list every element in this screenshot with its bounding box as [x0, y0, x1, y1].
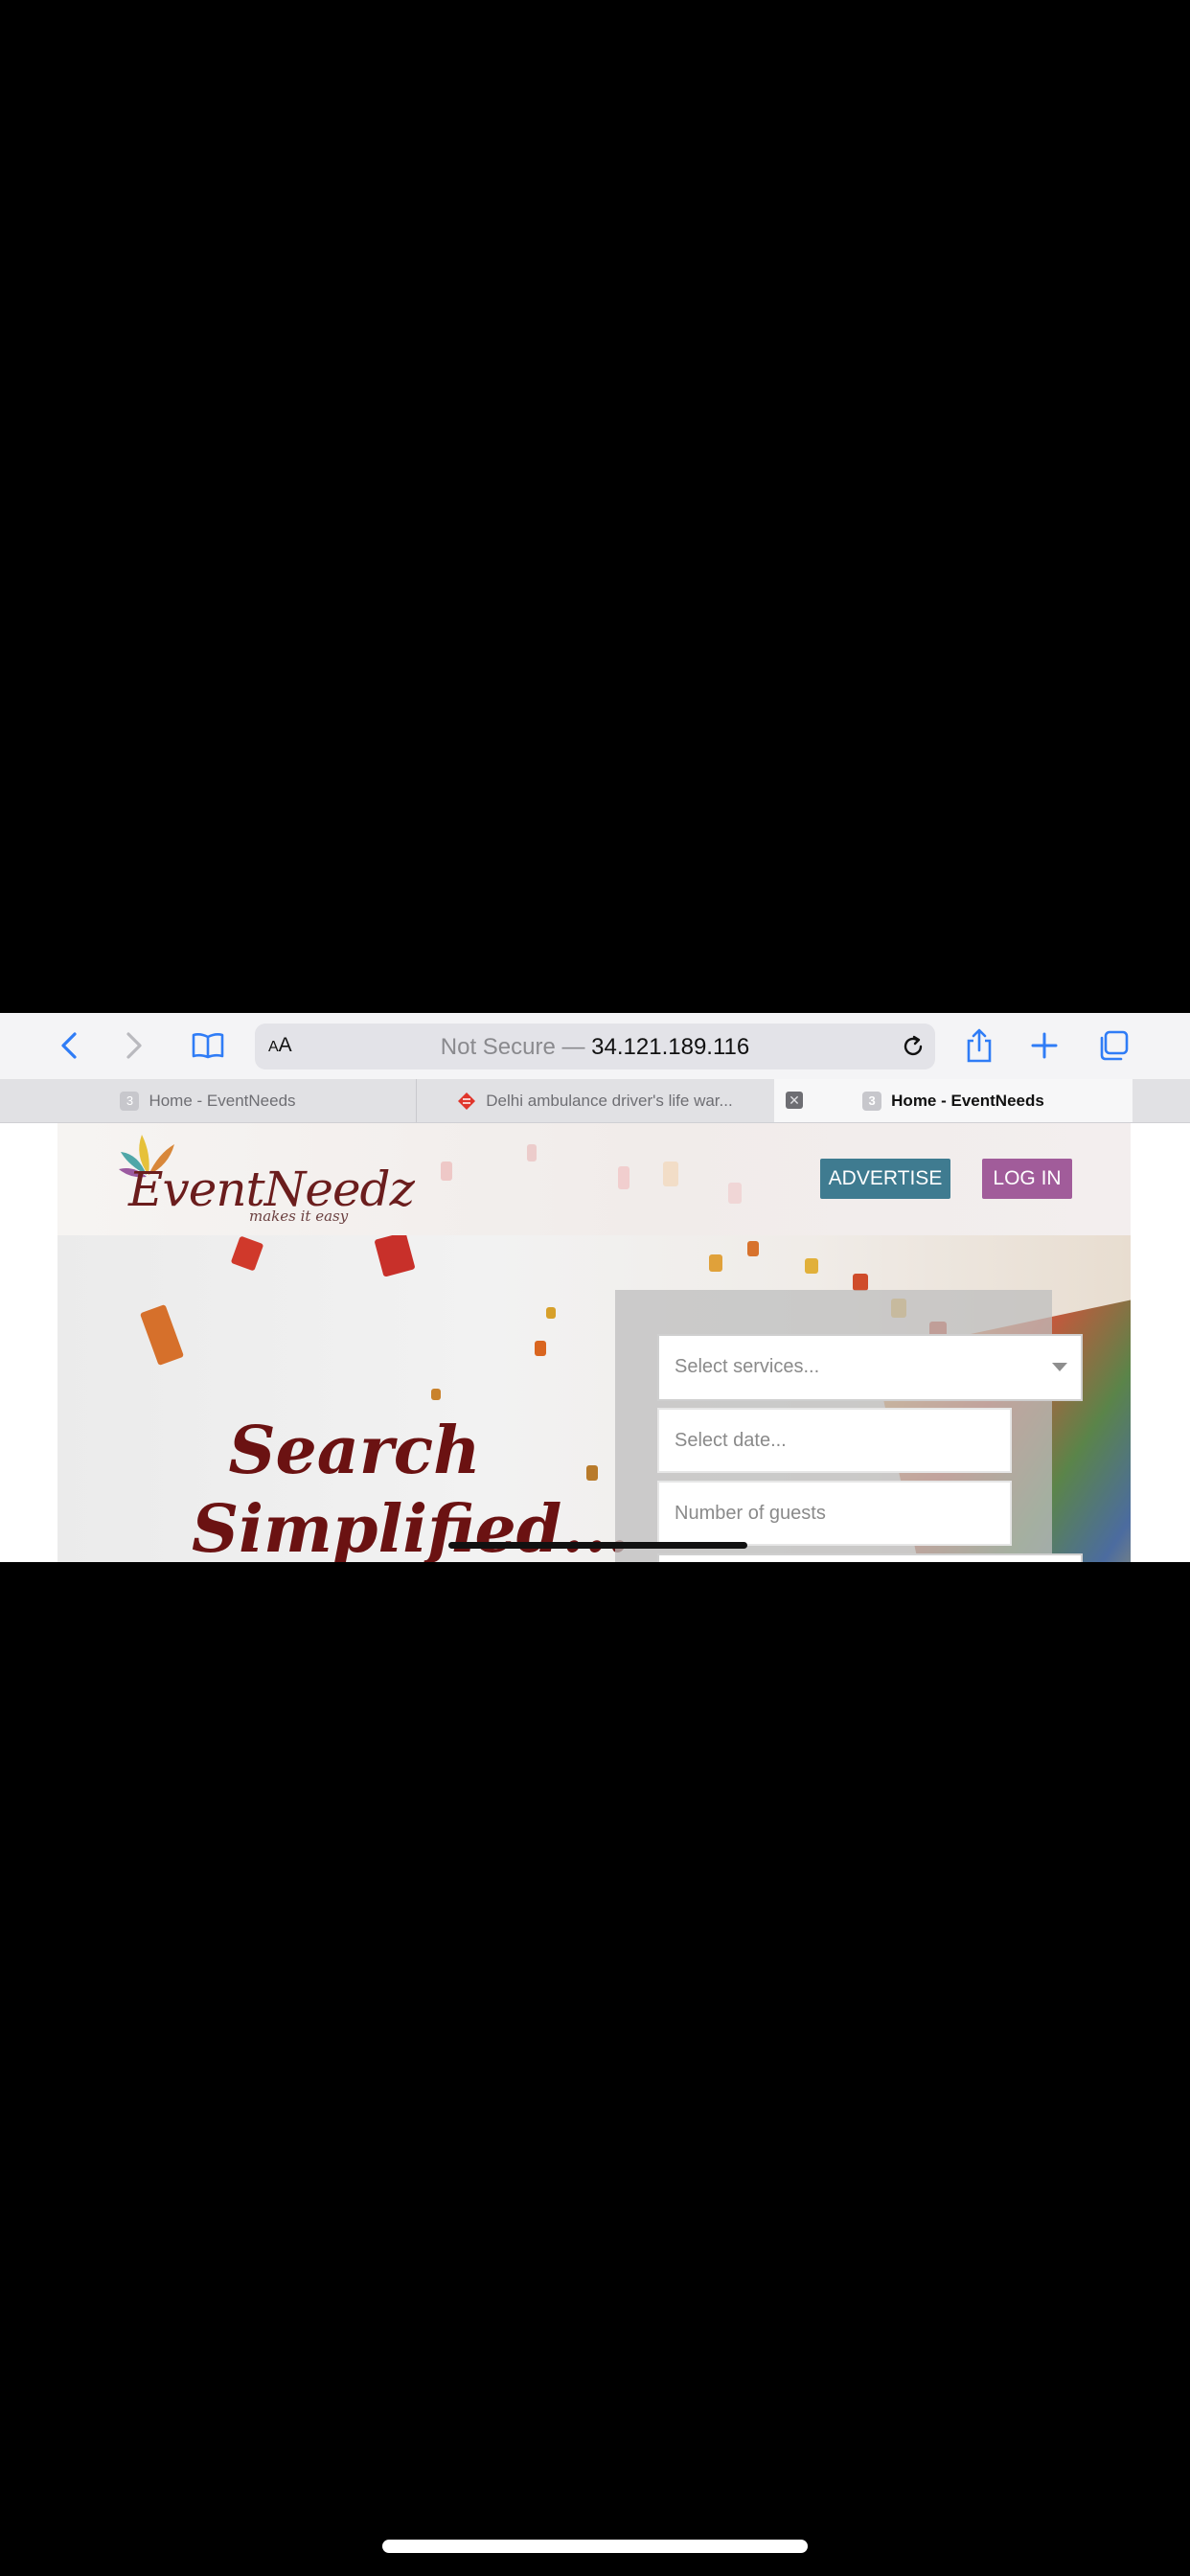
confetti-decoration — [663, 1162, 678, 1186]
site-logo[interactable]: EventNeedz makes it easy — [115, 1127, 415, 1232]
confetti-decoration — [586, 1465, 598, 1481]
date-input[interactable]: Select date... — [657, 1408, 1012, 1473]
logo-tagline: makes it easy — [249, 1208, 349, 1225]
confetti-decoration — [747, 1241, 759, 1256]
confetti-decoration — [805, 1258, 818, 1274]
confetti-decoration — [527, 1144, 537, 1162]
guests-placeholder: Number of guests — [675, 1503, 826, 1524]
eventneedz-site: EventNeedz makes it easy ADVERTISE LOG I… — [57, 1123, 1131, 1562]
tab-home-eventneeds-active[interactable]: 3 Home - EventNeeds — [774, 1079, 1133, 1122]
confetti-decoration — [709, 1254, 722, 1272]
guests-input[interactable]: Number of guests — [657, 1481, 1012, 1546]
share-icon[interactable] — [960, 1023, 998, 1069]
url-text[interactable]: Not Secure — 34.121.189.116 — [255, 1034, 935, 1061]
site-header: EventNeedz makes it easy ADVERTISE LOG I… — [57, 1123, 1131, 1235]
tab-delhi-ambulance[interactable]: Delhi ambulance driver's life war... — [417, 1079, 773, 1122]
bookmarks-icon[interactable] — [187, 1023, 229, 1069]
chevron-down-icon — [1052, 1363, 1067, 1371]
headline-line-1: Search — [228, 1413, 481, 1489]
tab-home-eventneeds-1[interactable]: 3 Home - EventNeeds — [0, 1079, 416, 1122]
back-icon[interactable] — [50, 1023, 88, 1069]
close-tab-icon[interactable]: ✕ — [786, 1092, 803, 1109]
confetti-decoration — [728, 1183, 742, 1204]
services-placeholder: Select services... — [675, 1356, 820, 1377]
home-indicator — [382, 2540, 808, 2553]
tab-title: Home - EventNeeds — [149, 1091, 296, 1110]
web-content: EventNeedz makes it easy ADVERTISE LOG I… — [0, 1123, 1190, 1562]
address-bar[interactable]: AA Not Secure — 34.121.189.116 — [255, 1024, 935, 1070]
tab-bar: 3 Home - EventNeeds Delhi ambulance driv… — [0, 1079, 1190, 1123]
confetti-decoration — [374, 1235, 416, 1277]
confetti-decoration — [546, 1307, 556, 1319]
tabs-overview-icon[interactable] — [1092, 1023, 1134, 1069]
tab-title: Delhi ambulance driver's life war... — [486, 1091, 733, 1110]
next-field[interactable] — [657, 1553, 1083, 1562]
confetti-decoration — [853, 1274, 868, 1291]
confetti-decoration — [618, 1166, 629, 1189]
home-indicator-landscape — [448, 1542, 747, 1549]
grey-page-icon: 3 — [120, 1091, 140, 1111]
hero-banner: Search Simplified... Select services... … — [57, 1235, 1131, 1562]
login-button[interactable]: LOG IN — [982, 1159, 1072, 1199]
confetti-decoration — [230, 1235, 264, 1272]
headline-line-2: Simplified... — [192, 1491, 630, 1562]
hero-headline: Search Simplified... — [192, 1412, 630, 1562]
advertise-button[interactable]: ADVERTISE — [820, 1159, 950, 1199]
red-diamond-logo-icon — [458, 1092, 476, 1110]
new-tab-icon[interactable] — [1025, 1023, 1064, 1069]
date-placeholder: Select date... — [675, 1430, 787, 1451]
reload-icon[interactable] — [901, 1034, 926, 1064]
browser-toolbar: AA Not Secure — 34.121.189.116 — [0, 1013, 1190, 1080]
confetti-decoration — [535, 1341, 546, 1356]
tab-title: Home - EventNeeds — [891, 1091, 1044, 1110]
confetti-decoration — [441, 1162, 452, 1181]
grey-page-icon: 3 — [862, 1091, 882, 1111]
forward-icon[interactable] — [115, 1023, 153, 1069]
services-select[interactable]: Select services... — [657, 1334, 1083, 1401]
confetti-decoration — [431, 1389, 441, 1400]
confetti-decoration — [139, 1303, 185, 1367]
